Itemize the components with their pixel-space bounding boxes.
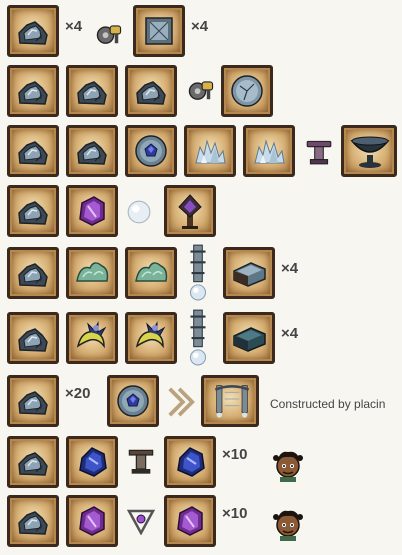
recipe-row	[0, 123, 402, 185]
purple-gem-icon	[66, 185, 118, 237]
crystals-icon	[184, 125, 236, 177]
recipe-row: ×4 ×4	[0, 3, 402, 65]
pearl-icon	[126, 199, 152, 225]
rock-icon	[7, 65, 59, 117]
recipe-row	[0, 63, 402, 125]
rock-icon	[125, 65, 177, 117]
purple-gem-icon	[164, 495, 216, 547]
rock-icon	[7, 5, 59, 57]
triangle-altar-icon	[127, 507, 155, 535]
rock-icon	[7, 495, 59, 547]
moss-icon	[66, 247, 118, 299]
product-count: ×4	[281, 325, 299, 342]
purple-gem-icon	[66, 495, 118, 547]
tentacle-icon	[125, 312, 177, 364]
recipe-row: ×20 Constructed by placin	[0, 373, 402, 435]
rock-icon	[66, 65, 118, 117]
rock-icon	[66, 125, 118, 177]
gear-contraption-icon	[94, 21, 124, 47]
blue-gem-icon	[66, 436, 118, 488]
recipe-row: ×10	[0, 493, 402, 555]
pillar-icon	[186, 308, 210, 367]
chevron-right-icon	[166, 385, 196, 419]
pillar-icon	[186, 243, 210, 302]
character-portrait-icon	[272, 448, 304, 484]
blue-gem-icon	[164, 436, 216, 488]
product-count: ×10	[222, 446, 248, 463]
rock-icon	[7, 312, 59, 364]
gear-contraption-icon	[186, 77, 216, 103]
altar-icon	[127, 448, 155, 476]
recipe-row: ×4	[0, 308, 402, 372]
crystals-icon	[243, 125, 295, 177]
construction-note: Constructed by placin	[270, 397, 386, 411]
rock-icon	[7, 125, 59, 177]
bowl-icon	[341, 125, 397, 177]
tentacle-icon	[66, 312, 118, 364]
gem-boulder-icon	[125, 125, 177, 177]
recipe-row: ×4	[0, 243, 402, 307]
moss-icon	[125, 247, 177, 299]
rock-icon	[7, 185, 59, 237]
product-count: ×4	[281, 260, 299, 277]
gate-icon	[201, 375, 259, 427]
character-portrait-icon	[272, 507, 304, 543]
product-count: ×10	[222, 505, 248, 522]
rock-icon	[7, 436, 59, 488]
gem-boulder-icon	[107, 375, 159, 427]
altar-icon	[304, 137, 334, 165]
ingredient-count: ×20	[65, 385, 91, 402]
dark-slab-icon	[223, 312, 275, 364]
recipe-row: ×10	[0, 434, 402, 496]
rock-icon	[7, 375, 59, 427]
product-count: ×4	[191, 18, 209, 35]
slab-icon	[223, 247, 275, 299]
recipe-row	[0, 183, 402, 245]
crate-icon	[133, 5, 185, 57]
ingredient-count: ×4	[65, 18, 83, 35]
boulder-icon	[221, 65, 273, 117]
rock-icon	[7, 247, 59, 299]
gem-totem-icon	[164, 185, 216, 237]
